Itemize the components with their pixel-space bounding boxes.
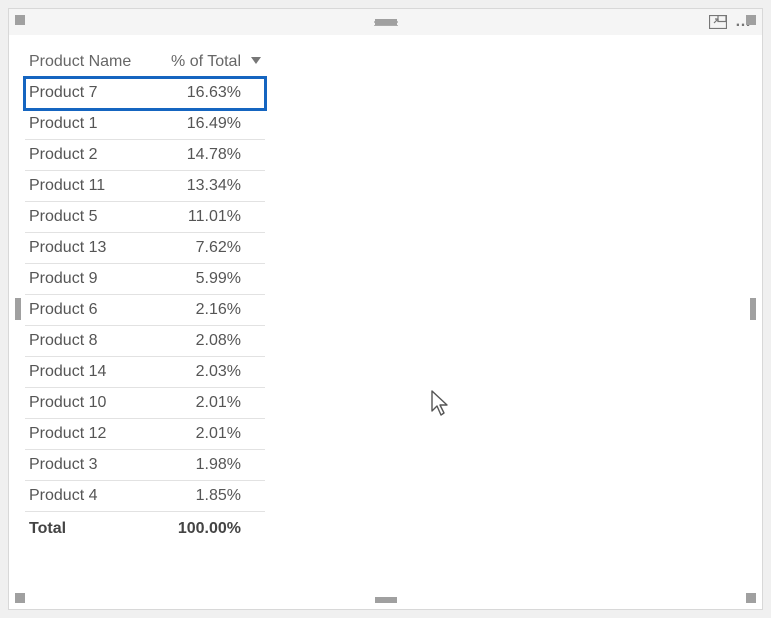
- table-row[interactable]: Product 31.98%: [25, 450, 265, 481]
- cell-product-name: Product 3: [25, 450, 155, 481]
- cell-product-name: Product 12: [25, 419, 155, 450]
- column-header-pct-of-total[interactable]: % of Total: [155, 49, 265, 78]
- cell-pct-of-total: 7.62%: [155, 233, 265, 264]
- total-label: Total: [25, 512, 155, 545]
- column-header-product-name[interactable]: Product Name: [25, 49, 155, 78]
- cell-product-name: Product 8: [25, 326, 155, 357]
- cell-pct-of-total: 5.99%: [155, 264, 265, 295]
- focus-mode-icon[interactable]: [709, 15, 727, 29]
- cell-product-name: Product 14: [25, 357, 155, 388]
- resize-handle-top-right[interactable]: [746, 15, 756, 25]
- data-table: Product Name % of Total Product 716.63%P…: [25, 49, 265, 544]
- resize-handle-left[interactable]: [15, 298, 21, 320]
- cell-product-name: Product 6: [25, 295, 155, 326]
- table-row[interactable]: Product 41.85%: [25, 481, 265, 512]
- table-row[interactable]: Product 137.62%: [25, 233, 265, 264]
- resize-handle-bottom[interactable]: [375, 597, 397, 603]
- total-value: 100.00%: [155, 512, 265, 545]
- table-row[interactable]: Product 102.01%: [25, 388, 265, 419]
- table-row[interactable]: Product 122.01%: [25, 419, 265, 450]
- table-row[interactable]: Product 511.01%: [25, 202, 265, 233]
- cell-product-name: Product 1: [25, 109, 155, 140]
- cell-pct-of-total: 2.08%: [155, 326, 265, 357]
- cell-pct-of-total: 16.63%: [155, 78, 265, 109]
- cell-product-name: Product 9: [25, 264, 155, 295]
- cell-pct-of-total: 2.01%: [155, 388, 265, 419]
- cell-pct-of-total: 14.78%: [155, 140, 265, 171]
- cell-product-name: Product 5: [25, 202, 155, 233]
- cell-product-name: Product 11: [25, 171, 155, 202]
- table-row[interactable]: Product 82.08%: [25, 326, 265, 357]
- table-body-area: Product Name % of Total Product 716.63%P…: [9, 35, 762, 544]
- table-visual[interactable]: … Product Name % of Total Product 716.63…: [8, 8, 763, 610]
- cell-pct-of-total: 2.01%: [155, 419, 265, 450]
- cell-product-name: Product 13: [25, 233, 155, 264]
- cell-pct-of-total: 2.16%: [155, 295, 265, 326]
- cell-pct-of-total: 1.85%: [155, 481, 265, 512]
- resize-handle-bottom-right[interactable]: [746, 593, 756, 603]
- sort-descending-icon: [251, 57, 261, 64]
- table-header-row: Product Name % of Total: [25, 49, 265, 78]
- table-row[interactable]: Product 716.63%: [25, 78, 265, 109]
- cell-pct-of-total: 2.03%: [155, 357, 265, 388]
- cell-product-name: Product 4: [25, 481, 155, 512]
- table-row[interactable]: Product 1113.34%: [25, 171, 265, 202]
- table-row[interactable]: Product 214.78%: [25, 140, 265, 171]
- resize-handle-top-left[interactable]: [15, 15, 25, 25]
- table-total-row: Total 100.00%: [25, 512, 265, 545]
- resize-handle-bottom-left[interactable]: [15, 593, 25, 603]
- table-row[interactable]: Product 95.99%: [25, 264, 265, 295]
- cell-product-name: Product 2: [25, 140, 155, 171]
- table-row[interactable]: Product 142.03%: [25, 357, 265, 388]
- resize-handle-right[interactable]: [750, 298, 756, 320]
- table-row[interactable]: Product 116.49%: [25, 109, 265, 140]
- cell-pct-of-total: 1.98%: [155, 450, 265, 481]
- cell-pct-of-total: 16.49%: [155, 109, 265, 140]
- table-row[interactable]: Product 62.16%: [25, 295, 265, 326]
- cell-product-name: Product 10: [25, 388, 155, 419]
- cell-pct-of-total: 13.34%: [155, 171, 265, 202]
- cell-product-name: Product 7: [25, 78, 155, 109]
- column-header-pct-label: % of Total: [171, 53, 241, 70]
- cell-pct-of-total: 11.01%: [155, 202, 265, 233]
- resize-handle-top[interactable]: [375, 19, 397, 25]
